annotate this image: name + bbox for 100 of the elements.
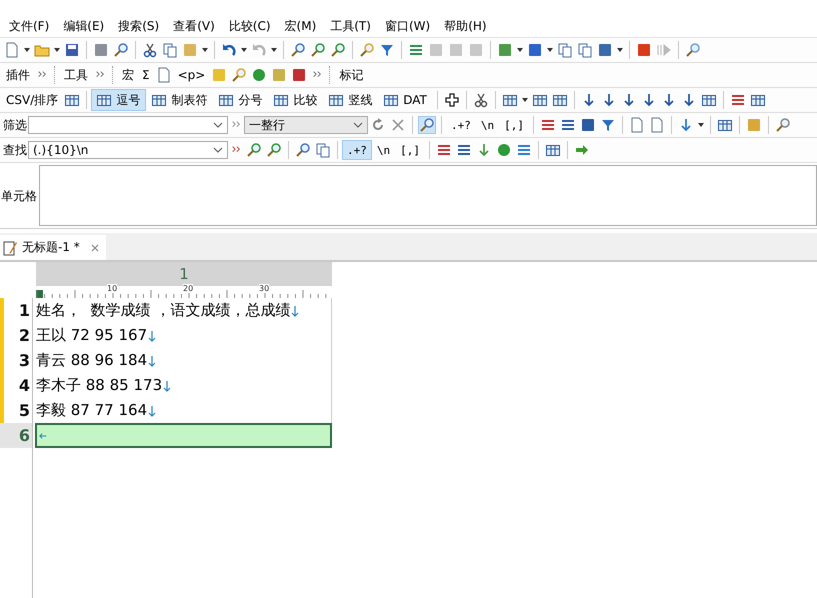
filter-label: 筛选 xyxy=(2,116,28,134)
table-icon xyxy=(383,92,400,108)
line-text: 青云 88 96 184 xyxy=(36,351,148,370)
regex-option-button[interactable]: .+? xyxy=(342,140,372,160)
refresh-icon[interactable] xyxy=(370,117,386,133)
chevron-icon[interactable] xyxy=(231,120,241,130)
cut-scissors-icon[interactable] xyxy=(142,42,158,58)
sum-button[interactable]: Σ xyxy=(138,68,154,82)
csv-separator-button[interactable]: 比较 xyxy=(268,89,324,111)
toolbar-label: 插件 xyxy=(5,66,31,84)
menu-item[interactable]: 宏(M) xyxy=(278,16,324,36)
find-label: 查找 xyxy=(2,142,28,158)
search-icon[interactable] xyxy=(290,42,306,58)
cell-label: 单元格 xyxy=(0,188,38,205)
table-icon xyxy=(218,92,234,108)
window-icon[interactable] xyxy=(717,117,733,133)
window-icon[interactable] xyxy=(545,142,561,158)
csv-separator-button[interactable]: 竖线 xyxy=(323,89,378,111)
regex-option-button[interactable]: [,] xyxy=(395,140,425,160)
csv-separator-button[interactable]: 逗号 xyxy=(91,89,146,111)
toolbar-label: 工具 xyxy=(63,66,89,84)
close-icon[interactable] xyxy=(90,242,100,252)
regex-option-button[interactable]: .+? xyxy=(446,115,476,135)
line-text: 李木子 88 85 173 xyxy=(36,376,162,395)
search-icon[interactable] xyxy=(295,142,311,158)
toolbar-label: CSV/排序 xyxy=(5,92,60,108)
newline-arrow-icon xyxy=(163,378,172,392)
folder-search-icon[interactable] xyxy=(359,42,375,58)
document-icon[interactable] xyxy=(649,117,665,133)
plus-icon[interactable] xyxy=(444,92,460,108)
search-previous-icon[interactable] xyxy=(246,142,262,158)
chevron-icon[interactable] xyxy=(95,70,105,80)
table-icon xyxy=(96,92,112,108)
toolbar-label: 标记 xyxy=(338,66,364,84)
chevron-icon[interactable] xyxy=(37,70,47,80)
newline-arrow-icon xyxy=(148,404,156,418)
search-next-icon[interactable] xyxy=(266,142,282,158)
scope-dropdown[interactable]: 一整行 xyxy=(244,116,368,134)
document-icon[interactable] xyxy=(629,117,645,133)
chevron-icon[interactable] xyxy=(312,70,322,80)
menu-item[interactable]: 查看(V) xyxy=(166,16,222,36)
menu-item[interactable]: 文件(F) xyxy=(2,16,56,36)
search-previous-icon[interactable] xyxy=(330,42,346,58)
line-text: 李毅 87 77 164 xyxy=(36,401,148,420)
line-number: 3 xyxy=(18,351,31,370)
line-number: 2 xyxy=(18,326,31,345)
search-next-icon[interactable] xyxy=(310,42,326,58)
menu-item[interactable]: 工具(T) xyxy=(323,16,378,36)
close-icon[interactable] xyxy=(390,117,406,133)
menu-item[interactable]: 编辑(E) xyxy=(56,16,112,36)
csv-separator-button[interactable]: DAT xyxy=(378,89,433,111)
column-header[interactable]: 1 xyxy=(36,262,332,286)
line-number: 1 xyxy=(18,301,31,320)
csv-separator-button[interactable]: 分号 xyxy=(213,89,268,111)
table-icon[interactable] xyxy=(64,92,80,108)
stop-icon[interactable] xyxy=(636,42,652,58)
columns-icon[interactable] xyxy=(502,92,518,108)
cell-input-field[interactable] xyxy=(39,165,817,226)
menu-item[interactable]: 比较(C) xyxy=(222,16,278,36)
undo-arrow-icon[interactable] xyxy=(221,42,237,58)
ruler-number: 10 xyxy=(107,284,118,293)
tag-button[interactable]: <p> xyxy=(174,68,210,82)
lines-icon[interactable] xyxy=(408,42,424,58)
ruler-number: 20 xyxy=(183,284,194,293)
print-preview-icon[interactable] xyxy=(113,42,129,58)
regex-option-button[interactable]: [,] xyxy=(499,115,529,135)
find-dropdown[interactable]: (.){10}\n xyxy=(28,141,228,159)
regex-option-button[interactable]: \n xyxy=(476,115,500,135)
copy-icon[interactable] xyxy=(162,42,178,58)
table-icon xyxy=(328,92,344,108)
csv-separator-button[interactable]: 制表符 xyxy=(146,89,214,111)
table-icon xyxy=(273,92,290,108)
line-text: 王以 72 95 167 xyxy=(36,326,148,345)
line-number: 5 xyxy=(18,401,31,420)
chevron-icon[interactable] xyxy=(231,145,241,155)
table-edit-icon[interactable] xyxy=(552,92,568,108)
search-icon[interactable] xyxy=(419,117,435,133)
menu-item[interactable]: 窗口(W) xyxy=(378,16,438,36)
menu-item[interactable]: 搜索(S) xyxy=(111,16,166,36)
ruler-number: 30 xyxy=(259,284,270,293)
table-check-icon[interactable] xyxy=(532,92,548,108)
document-tab[interactable]: 无标题-1 * xyxy=(0,235,106,260)
line-number: 6 xyxy=(18,426,31,445)
menu-item[interactable]: 帮助(H) xyxy=(437,16,494,36)
regex-option-button[interactable]: \n xyxy=(372,140,396,160)
notepad-icon xyxy=(2,240,18,256)
table-icon xyxy=(151,92,168,108)
funnel-filter-icon[interactable] xyxy=(379,42,395,58)
tile-icon[interactable] xyxy=(527,42,543,58)
line-text: 姓名， 数学成绩 ，语文成绩，总成绩 xyxy=(36,301,290,320)
new-document-icon[interactable] xyxy=(4,42,20,58)
toolbar-label: 宏 xyxy=(121,66,135,84)
preview-search-icon[interactable] xyxy=(231,67,248,83)
newline-arrow-icon xyxy=(148,354,156,368)
newline-arrow-icon xyxy=(291,304,300,318)
grid-panel-icon[interactable] xyxy=(750,92,766,108)
right-arrow-icon[interactable] xyxy=(574,142,590,158)
line-number: 4 xyxy=(18,376,31,395)
copy-icon[interactable] xyxy=(315,142,331,158)
newline-arrow-icon xyxy=(148,328,156,342)
